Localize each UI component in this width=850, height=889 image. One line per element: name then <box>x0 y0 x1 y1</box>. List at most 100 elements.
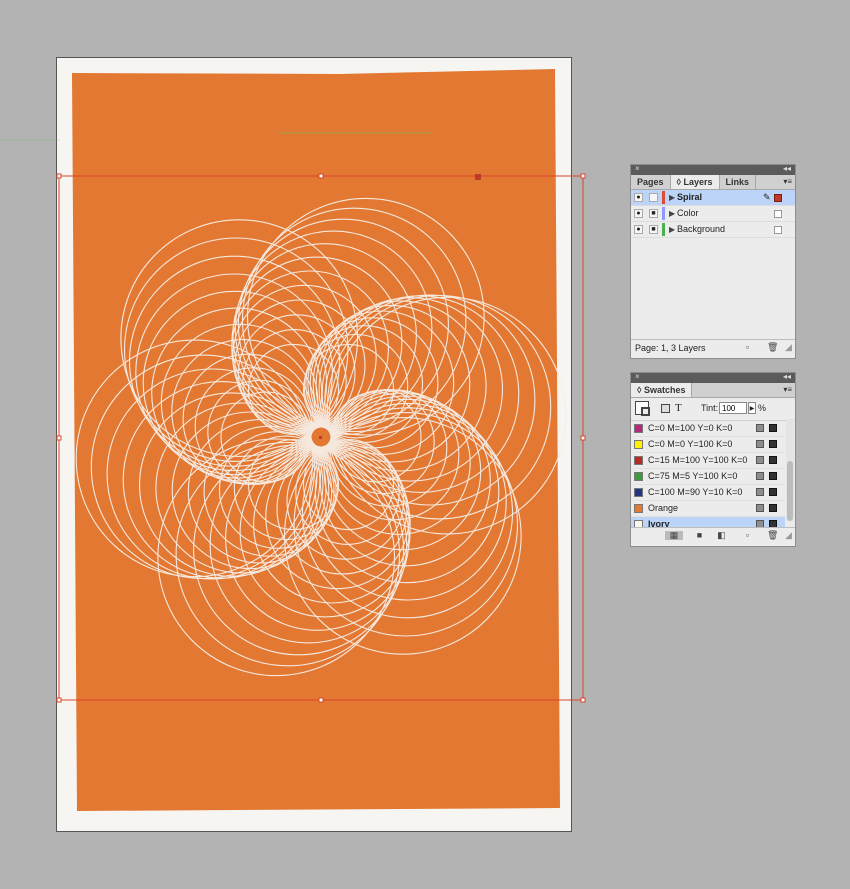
tab-links[interactable]: Links <box>720 175 757 189</box>
panel-menu-icon[interactable]: ▾≡ <box>783 383 792 397</box>
swatch-row[interactable]: C=75 M=5 Y=100 K=0 <box>631 469 785 485</box>
resize-grip-icon[interactable]: ◢ <box>784 531 793 540</box>
cmyk-mode-icon <box>769 424 777 432</box>
swatch-name: C=0 M=0 Y=100 K=0 <box>648 439 733 449</box>
show-gradient-swatches-icon[interactable]: ◧ <box>717 531 726 540</box>
selected-items-indicator[interactable] <box>774 194 782 202</box>
swatches-panel-tabs: ◊ Swatches ▾≡ <box>631 383 795 398</box>
pen-icon: ✎ <box>763 192 771 202</box>
tint-slider-arrow-icon[interactable]: ▶ <box>748 402 756 414</box>
cmyk-mode-icon <box>769 472 777 480</box>
scrollbar-thumb[interactable] <box>787 461 793 521</box>
cmyk-mode-icon <box>769 504 777 512</box>
lock-toggle[interactable] <box>649 193 658 202</box>
process-color-icon <box>756 424 764 432</box>
layer-row-background[interactable]: ● ■ ▶ Background <box>631 222 795 238</box>
trash-icon[interactable]: 🗑 <box>767 531 778 540</box>
collapse-icon[interactable]: ◂◂ <box>783 372 791 381</box>
layer-row-color[interactable]: ● ■ ▶ Color <box>631 206 795 222</box>
visibility-eye-icon[interactable]: ● <box>634 209 643 218</box>
close-icon[interactable]: × <box>635 164 640 173</box>
layers-panel-tabs: Pages ◊ Layers Links ▾≡ <box>631 175 795 190</box>
swatch-row[interactable]: C=100 M=90 Y=10 K=0 <box>631 485 785 501</box>
stroke-swap-icon[interactable] <box>641 407 650 416</box>
tint-label: Tint: <box>701 403 719 413</box>
selection-indicator[interactable] <box>774 226 782 234</box>
layer-color-strip <box>662 191 665 204</box>
process-color-icon <box>756 472 764 480</box>
layer-name: Color <box>677 208 699 218</box>
panel-titlebar: × ◂◂ <box>631 372 795 383</box>
process-color-icon <box>756 488 764 496</box>
panel-titlebar: × ◂◂ <box>631 164 795 175</box>
content-grabber[interactable] <box>475 174 481 180</box>
swatch-chip <box>634 504 643 513</box>
layer-color-strip <box>662 223 665 236</box>
swatch-name: C=100 M=90 Y=10 K=0 <box>648 487 743 497</box>
selection-handle[interactable] <box>56 697 62 703</box>
layer-row-spiral[interactable]: ● ▶ Spiral ✎ <box>631 190 795 206</box>
swatches-panel-footer: ▦ ■ ◧ ▫ 🗑 ◢ <box>631 527 795 546</box>
layer-name: Background <box>677 224 726 234</box>
tab-stepper-icon: ◊ <box>637 385 644 395</box>
layers-panel-footer: Page: 1, 3 Layers ▫ 🗑 ◢ <box>631 339 795 358</box>
selection-handle[interactable] <box>580 173 586 179</box>
tab-swatches[interactable]: ◊ Swatches <box>631 383 693 397</box>
disclosure-triangle-icon[interactable]: ▶ <box>669 222 675 237</box>
swatch-row[interactable]: C=0 M=0 Y=100 K=0 <box>631 437 785 453</box>
panel-menu-icon[interactable]: ▾≡ <box>783 175 792 189</box>
swatch-name: C=0 M=100 Y=0 K=0 <box>648 423 733 433</box>
formatting-container-icon[interactable] <box>661 404 670 413</box>
selection-handle[interactable] <box>580 435 586 441</box>
selection-handle[interactable] <box>56 435 62 441</box>
disclosure-triangle-icon[interactable]: ▶ <box>669 206 675 221</box>
show-all-swatches-icon[interactable]: ▦ <box>665 531 683 540</box>
layers-status: Page: 1, 3 Layers <box>635 343 706 353</box>
formatting-text-icon[interactable]: T <box>675 402 682 414</box>
visibility-eye-icon[interactable]: ● <box>634 193 643 202</box>
swatch-row[interactable]: C=0 M=100 Y=0 K=0 <box>631 421 785 437</box>
process-color-icon <box>756 440 764 448</box>
tab-pages[interactable]: Pages <box>631 175 671 189</box>
swatch-row[interactable]: C=15 M=100 Y=100 K=0 <box>631 453 785 469</box>
lock-icon[interactable]: ■ <box>649 209 658 218</box>
swatch-row[interactable]: Orange <box>631 501 785 517</box>
swatch-name: C=75 M=5 Y=100 K=0 <box>648 471 738 481</box>
swatch-chip <box>634 456 643 465</box>
layer-color-strip <box>662 207 665 220</box>
swatch-chip <box>634 472 643 481</box>
swatch-chip <box>634 488 643 497</box>
swatch-name: Orange <box>648 503 679 513</box>
tint-unit: % <box>758 403 767 413</box>
cmyk-mode-icon <box>769 440 777 448</box>
tab-layers[interactable]: ◊ Layers <box>670 175 720 189</box>
swatch-list: C=0 M=100 Y=0 K=0 C=0 M=0 Y=100 K=0 C=15… <box>631 421 785 533</box>
layer-name: Spiral <box>677 192 703 202</box>
cmyk-mode-icon <box>769 488 777 496</box>
new-layer-icon[interactable]: ▫ <box>743 343 752 352</box>
collapse-icon[interactable]: ◂◂ <box>783 164 791 173</box>
trash-icon[interactable]: 🗑 <box>767 343 778 352</box>
selection-handle[interactable] <box>318 173 324 179</box>
swatches-panel: × ◂◂ ◊ Swatches ▾≡ T Tint: ▶ % C=0 M=100… <box>630 372 796 547</box>
swatch-name: C=15 M=100 Y=100 K=0 <box>648 455 748 465</box>
new-swatch-icon[interactable]: ▫ <box>743 531 752 540</box>
tab-swatches-label: Swatches <box>643 385 686 395</box>
selection-handle[interactable] <box>56 173 62 179</box>
selection-handle[interactable] <box>318 697 324 703</box>
tab-layers-label: Layers <box>683 177 713 187</box>
show-color-swatches-icon[interactable]: ■ <box>695 531 704 540</box>
center-point <box>319 436 322 439</box>
cmyk-mode-icon <box>769 456 777 464</box>
swatches-toolbar: T Tint: ▶ % <box>631 398 795 421</box>
visibility-eye-icon[interactable]: ● <box>634 225 643 234</box>
disclosure-triangle-icon[interactable]: ▶ <box>669 190 675 205</box>
tint-input[interactable] <box>719 402 747 414</box>
layers-panel: × ◂◂ Pages ◊ Layers Links ▾≡ ● ▶ Spiral … <box>630 164 796 359</box>
lock-icon[interactable]: ■ <box>649 225 658 234</box>
selection-handle[interactable] <box>580 697 586 703</box>
resize-grip-icon[interactable]: ◢ <box>784 343 793 352</box>
process-color-icon <box>756 504 764 512</box>
close-icon[interactable]: × <box>635 372 640 381</box>
selection-indicator[interactable] <box>774 210 782 218</box>
